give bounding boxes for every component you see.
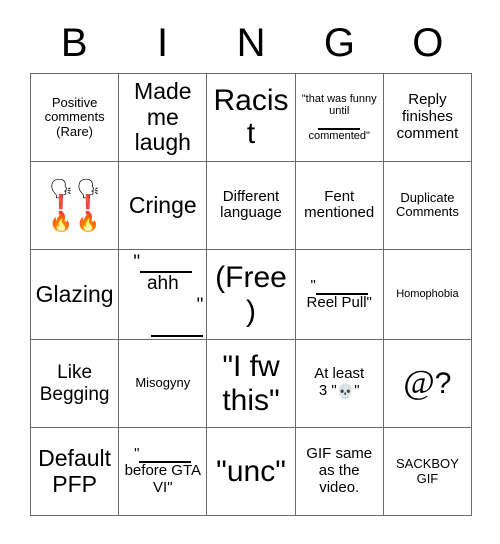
bingo-cell-i2[interactable]: Cringe: [119, 161, 208, 250]
bingo-cell-content: Duplicate Comments: [395, 189, 459, 220]
cell-word: ahh: [146, 273, 179, 295]
bingo-cell-content: " Reel Pull": [299, 277, 380, 312]
cell-line-2: Reel Pull": [306, 293, 372, 311]
bingo-cell-n4[interactable]: "I fw this": [207, 340, 296, 429]
bingo-card: B I N G O Positive comments (Rare) Made m…: [0, 0, 500, 544]
bingo-cell-o5[interactable]: SACKBOY GIF: [383, 428, 473, 516]
bingo-cell-i5[interactable]: " before GTA VI": [119, 428, 208, 516]
blank-underline-top: [140, 256, 193, 274]
bingo-cell-content: SACKBOY GIF: [395, 455, 459, 486]
bingo-cell-content: Different language: [220, 187, 282, 222]
bingo-cell-content: Reply finishes comment: [396, 91, 459, 142]
header-letter-i: I: [157, 21, 169, 65]
blank-underline: [318, 120, 361, 130]
bingo-cell-o3[interactable]: Homophobia: [383, 249, 473, 341]
bingo-cell-content: " ahh ": [122, 251, 204, 338]
bingo-cell-content: Fent mentioned: [304, 187, 375, 222]
bingo-cell-b1[interactable]: Positive comments (Rare): [31, 74, 120, 162]
bingo-cell-content: (Free): [215, 260, 287, 328]
bingo-cell-g1[interactable]: "that was funny until commented": [295, 74, 384, 162]
bingo-cell-g4[interactable]: At least 3 "💀": [295, 340, 384, 429]
cell-line-1: At least: [314, 365, 365, 383]
bingo-cell-content: "unc": [216, 454, 286, 488]
fire-icon: 🔥: [49, 210, 73, 233]
bingo-cell-content: GIF same as the video.: [306, 445, 373, 496]
blank-underline: [315, 281, 368, 295]
at-symbol-icon: @: [403, 364, 435, 402]
bingo-row: Positive comments (Rare) Made me laugh Rac…: [31, 74, 473, 162]
bingo-cell-content: 🗣 ❗ 🔥 🗣 ❗ 🔥: [34, 179, 115, 233]
speaking-head-fire-emoji-stack: 🗣 ❗ 🔥: [76, 179, 100, 233]
header-letter-g: G: [323, 21, 355, 65]
bingo-cell-content: "I fw this": [222, 349, 280, 417]
bingo-cell-b4[interactable]: Like Begging: [31, 340, 120, 429]
bingo-cell-i3[interactable]: " ahh ": [119, 249, 208, 341]
bingo-cell-content: "that was funny until commented": [299, 93, 380, 142]
bingo-cell-b2[interactable]: 🗣 ❗ 🔥 🗣 ❗ 🔥: [31, 161, 120, 250]
bingo-row: Like Begging Misogyny "I fw this" At least 3…: [31, 340, 473, 429]
cell-blank-line: [299, 117, 380, 130]
bingo-cell-g5[interactable]: GIF same as the video.: [295, 428, 384, 516]
bingo-cell-g3[interactable]: " Reel Pull": [295, 249, 384, 341]
bingo-cell-g2[interactable]: Fent mentioned: [295, 161, 384, 250]
bingo-cell-content: Cringe: [128, 191, 197, 218]
cell-line-1: "that was funny until: [301, 92, 377, 118]
blank-underline-bottom: [151, 320, 204, 338]
close-quote: ": [354, 382, 360, 400]
bingo-cell-content: Homophobia: [396, 288, 459, 301]
bingo-cell-b3[interactable]: Glazing: [31, 249, 120, 341]
question-mark: ?: [434, 367, 452, 401]
cell-line-2: 3 "💀": [299, 382, 380, 401]
bingo-cell-content: Default PFP: [38, 444, 112, 497]
header-letter-n: N: [236, 21, 266, 65]
bingo-header: B I N G O: [30, 14, 472, 72]
bingo-cell-i4[interactable]: Misogyny: [119, 340, 208, 429]
cell-line-2: before GTA VI": [124, 462, 202, 496]
skull-icon: 💀: [336, 384, 355, 401]
header-letter-b: B: [60, 21, 88, 65]
bingo-cell-content: " before GTA VI": [122, 445, 203, 496]
bingo-cell-content: Misogyny: [135, 375, 191, 391]
bingo-cell-o4[interactable]: @?: [383, 340, 473, 429]
bingo-cell-i1[interactable]: Made me laugh: [119, 74, 208, 162]
close-quote: ": [196, 294, 204, 316]
bingo-cell-content: At least 3 "💀": [299, 365, 380, 401]
cell-quote-blank-line: ": [299, 277, 380, 295]
bingo-cell-b5[interactable]: Default PFP: [31, 428, 120, 516]
bingo-cell-content: Positive comments (Rare): [44, 94, 105, 139]
speaking-head-fire-emoji-stack: 🗣 ❗ 🔥: [49, 179, 73, 233]
blank-underline: [139, 449, 192, 464]
header-letter-o: O: [412, 21, 444, 65]
open-quote: ": [133, 251, 141, 273]
bingo-cell-n1[interactable]: Racist: [207, 74, 296, 162]
bingo-cell-n5[interactable]: "unc": [207, 428, 296, 516]
cell-quote-blank-line-top: ": [122, 251, 203, 274]
bingo-cell-o1[interactable]: Reply finishes comment: [383, 74, 473, 162]
bingo-cell-n3[interactable]: (Free): [207, 249, 296, 341]
bingo-cell-content: Glazing: [35, 280, 114, 307]
bingo-cell-content: @?: [387, 364, 468, 402]
bingo-row: Glazing " ahh " (Free) " Reel Pull" Homophobia: [31, 249, 473, 341]
bingo-cell-content: Racist: [213, 83, 289, 151]
bingo-cell-o2[interactable]: Duplicate Comments: [383, 161, 473, 250]
bingo-cell-content: Like Begging: [39, 362, 110, 405]
bingo-cell-n2[interactable]: Different language: [207, 161, 296, 250]
cell-quote-blank-line-bottom: ": [122, 294, 204, 338]
bingo-cell-content: Made me laugh: [134, 77, 192, 156]
cell-quote-blank-line: ": [122, 445, 203, 464]
cell-line-3: commented": [308, 129, 370, 142]
fire-icon: 🔥: [76, 210, 100, 233]
bingo-row: Default PFP " before GTA VI" "unc" GIF same …: [31, 428, 473, 516]
bingo-grid: Positive comments (Rare) Made me laugh Rac…: [30, 73, 473, 516]
count-and-quote: 3 ": [318, 382, 337, 400]
bingo-row: 🗣 ❗ 🔥 🗣 ❗ 🔥 Cringe Different language Fent menti…: [31, 161, 473, 250]
